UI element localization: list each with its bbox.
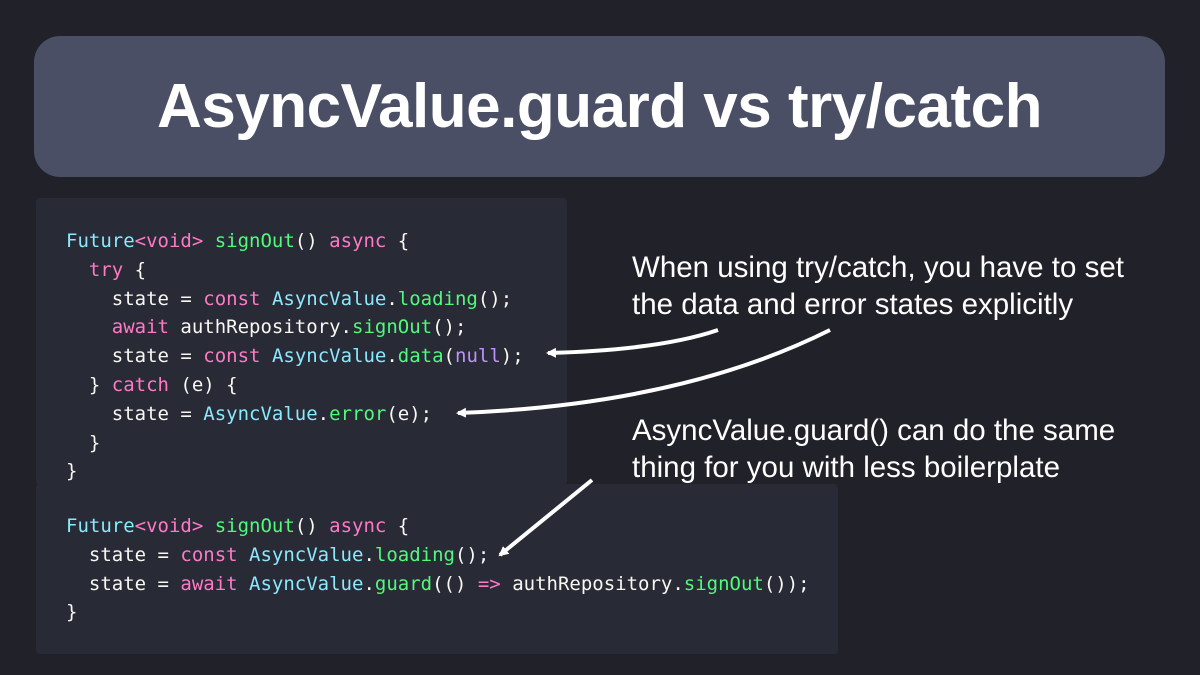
code-token: Future (66, 515, 135, 537)
callout-line: AsyncValue.guard() can do the same (632, 414, 1116, 447)
code-token: catch (111, 373, 169, 396)
code-token: AsyncValue (271, 345, 387, 368)
callout-line: the data and error states explicitly (632, 288, 1074, 321)
code-token: . (386, 345, 398, 368)
code-token: error (329, 402, 387, 425)
code-token: . (363, 572, 375, 595)
code-token: authRepository. (500, 572, 684, 595)
code-token: const (203, 287, 261, 310)
code-token: signOut (683, 572, 764, 595)
code-token: } (66, 601, 78, 624)
code-token: . (317, 402, 330, 425)
code-token: (e) { (168, 373, 238, 396)
code-line: state = await AsyncValue.guard(() => aut… (66, 570, 810, 599)
code-token: (); (432, 316, 467, 339)
callout-try-catch: When using try/catch, you have to set th… (632, 249, 1192, 323)
page-title: AsyncValue.guard vs try/catch (157, 72, 1042, 141)
code-token: { (386, 515, 410, 537)
code-line: state = const AsyncValue.loading(); (66, 285, 524, 314)
code-token: signOut (214, 230, 295, 252)
code-token: () (294, 515, 330, 537)
code-line: } catch (e) { (66, 371, 524, 400)
code-block-guard: Future<void> signOut() async { state = c… (66, 512, 810, 627)
callout-line: thing for you with less boilerplate (632, 451, 1060, 484)
code-token: AsyncValue (271, 287, 387, 310)
title-banner: AsyncValue.guard vs try/catch (34, 36, 1165, 177)
code-line: } (66, 457, 524, 486)
code-token: . (363, 543, 375, 566)
code-line: state = AsyncValue.error(e); (66, 400, 524, 429)
code-token: => (477, 572, 501, 595)
code-token: state = (66, 287, 204, 310)
code-token: { (386, 230, 410, 252)
code-token: await (180, 572, 238, 595)
code-token: data (397, 345, 444, 368)
code-token: (); (477, 287, 513, 310)
code-token: <void> (134, 515, 204, 537)
code-token: async (329, 230, 387, 252)
code-token: AsyncValue (203, 402, 318, 425)
code-token: signOut (352, 316, 433, 339)
code-token: state = (66, 402, 204, 425)
code-token: ( (443, 345, 455, 368)
code-line: state = const AsyncValue.data(null); (66, 342, 524, 371)
code-token: <void> (134, 230, 204, 252)
code-line: await authRepository.signOut(); (66, 313, 524, 342)
code-token: await (111, 316, 169, 339)
code-line: Future<void> signOut() async { (66, 512, 810, 541)
code-token: const (203, 345, 261, 368)
code-token: AsyncValue (249, 543, 364, 566)
callout-line: When using try/catch, you have to set (632, 251, 1124, 284)
code-line: } (66, 429, 524, 458)
code-line: } (66, 598, 810, 627)
code-line: Future<void> signOut() async { (66, 227, 524, 256)
code-token: state = (66, 543, 181, 566)
code-token: state = (66, 345, 204, 368)
code-token: AsyncValue (249, 572, 364, 595)
code-token: } (66, 373, 112, 396)
code-token: loading (374, 543, 455, 566)
arrow-to-data-line (546, 328, 719, 358)
code-token: () (294, 230, 330, 252)
code-token: const (180, 543, 238, 566)
code-token: loading (397, 287, 478, 310)
callout-guard: AsyncValue.guard() can do the same thing… (632, 412, 1192, 486)
code-token: ); (500, 345, 524, 368)
code-line: try { (66, 256, 524, 285)
code-token: try (88, 258, 124, 281)
code-token: (e); (386, 402, 433, 425)
code-token: } (66, 431, 101, 454)
code-block-try-catch: Future<void> signOut() async { try { sta… (66, 227, 524, 486)
code-token: authRepository. (168, 316, 352, 339)
code-token: guard (374, 572, 433, 595)
code-token: null (455, 345, 501, 368)
code-token: state = (66, 572, 181, 595)
code-token: } (66, 460, 78, 483)
code-token: signOut (214, 515, 295, 537)
code-token: Future (66, 230, 135, 252)
code-token: (() (432, 572, 478, 595)
code-token: { (123, 258, 147, 281)
code-token: ()); (763, 572, 810, 595)
code-token: (); (454, 543, 490, 566)
code-token: async (329, 515, 387, 537)
code-line: state = const AsyncValue.loading(); (66, 541, 810, 570)
code-token: . (386, 287, 398, 310)
